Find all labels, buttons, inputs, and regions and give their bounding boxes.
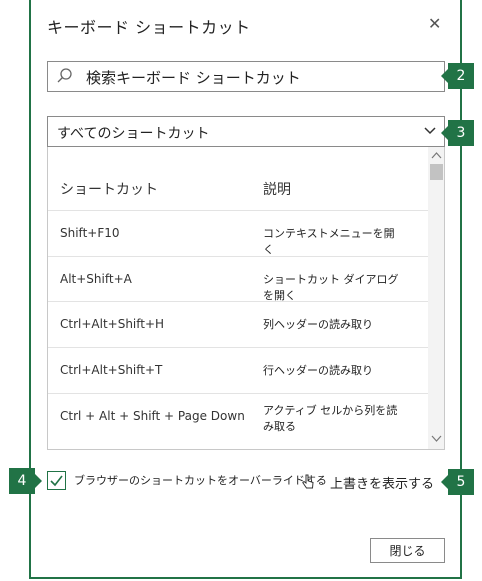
column-header-description: 説明 (263, 182, 291, 198)
dropdown-selected-value: すべてのショートカット (57, 126, 210, 142)
shortcut-description: アクティブ セルから列を読み取る (263, 404, 398, 433)
shortcut-description: 行ヘッダーの読み取り (263, 364, 373, 377)
table-row: Shift+F10 コンテキストメニューを開く (48, 210, 428, 256)
close-button[interactable]: 閉じる (370, 538, 445, 563)
shortcut-description: コンテキストメニューを開く (263, 227, 395, 256)
search-icon (57, 68, 72, 83)
search-box[interactable]: 検索キーボード ショートカット (47, 61, 445, 92)
table-row: Ctrl+Alt+Shift+T 行ヘッダーの読み取り (48, 347, 428, 393)
search-input[interactable]: 検索キーボード ショートカット (86, 67, 301, 88)
table-row: Ctrl + Alt + Shift + Page Down アクティブ セルか… (48, 393, 428, 449)
close-icon[interactable]: ✕ (428, 14, 441, 33)
table-row: Alt+Shift+A ショートカット ダイアログを開く (48, 256, 428, 302)
pointer-cursor-icon (302, 474, 314, 489)
override-shortcuts-checkbox[interactable] (47, 471, 66, 490)
shortcut-keys: Ctrl + Alt + Shift + Page Down (60, 409, 245, 423)
callout-badge-5: 5 (441, 469, 474, 495)
callout-badge-3: 3 (441, 120, 474, 146)
show-overwrite-link[interactable]: 上書きを表示する (330, 473, 434, 492)
callout-badge-2: 2 (441, 63, 474, 89)
table-row: Ctrl+Alt+Shift+H 列ヘッダーの読み取り (48, 301, 428, 347)
scroll-down-icon[interactable] (431, 434, 442, 443)
shortcut-keys: Shift+F10 (60, 226, 120, 240)
chevron-down-icon (424, 127, 436, 135)
shortcut-filter-dropdown[interactable]: すべてのショートカット (47, 116, 445, 147)
shortcut-description: ショートカット ダイアログを開く (263, 273, 399, 302)
shortcut-description: 列ヘッダーの読み取り (263, 318, 373, 331)
dialog-title: キーボード ショートカット (47, 18, 251, 37)
callout-badge-4: 4 (9, 468, 42, 494)
scrollbar-thumb[interactable] (430, 164, 443, 180)
column-header-shortcut: ショートカット (60, 182, 158, 198)
checkmark-icon (50, 475, 63, 487)
shortcut-list: ショートカット 説明 Shift+F10 コンテキストメニューを開く Alt+S… (47, 147, 445, 450)
shortcut-keys: Alt+Shift+A (60, 272, 132, 286)
shortcut-keys: Ctrl+Alt+Shift+T (60, 363, 163, 377)
override-shortcuts-label: ブラウザーのショートカットをオーバーライドする (74, 474, 327, 487)
shortcut-keys: Ctrl+Alt+Shift+H (60, 317, 165, 331)
scroll-up-icon[interactable] (431, 151, 442, 160)
list-scrollbar[interactable] (428, 147, 444, 449)
